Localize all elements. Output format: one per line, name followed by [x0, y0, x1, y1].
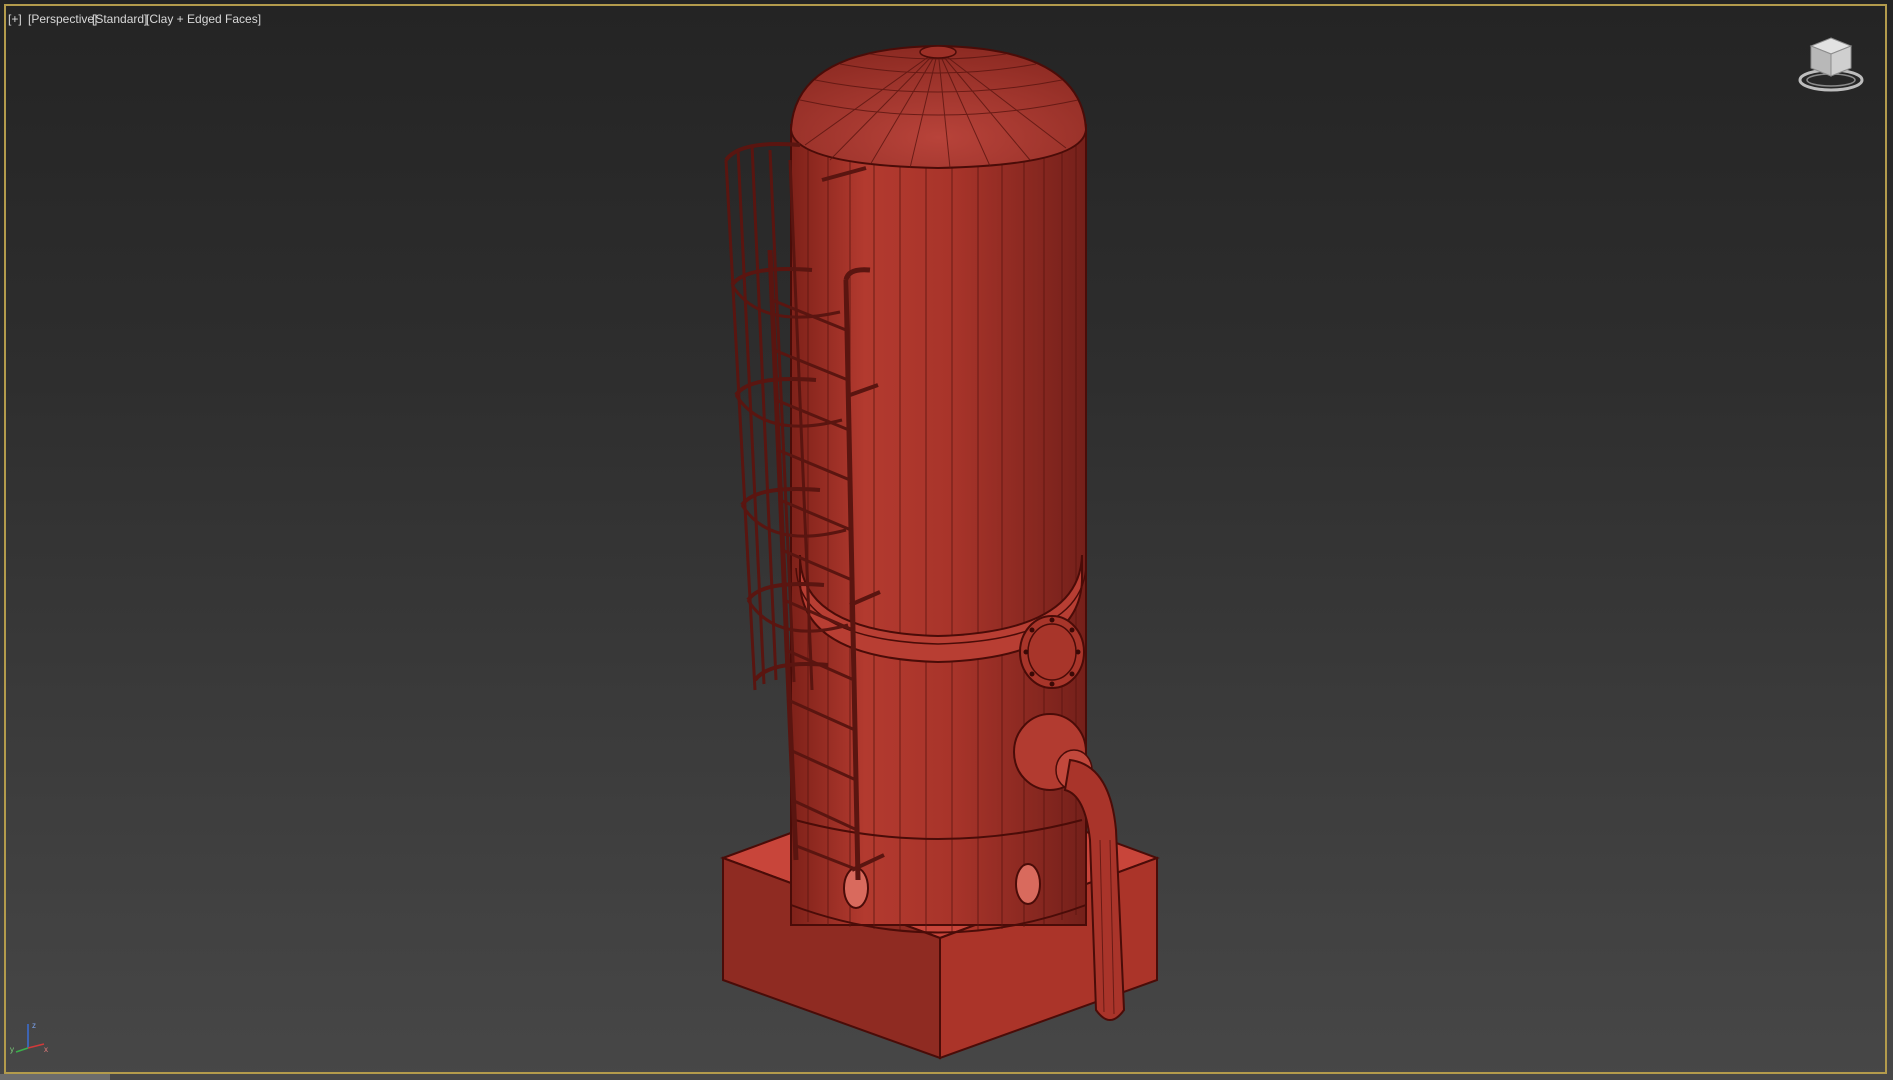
- viewport-scroll-indicator: [0, 1074, 110, 1080]
- vessel-body[interactable]: [790, 124, 1087, 934]
- perspective-viewport[interactable]: [+] [Perspective] [Standard] [Clay + Edg…: [0, 0, 1893, 1080]
- axis-tripod-icon: z x y: [10, 1021, 48, 1054]
- manway-flange[interactable]: [1019, 615, 1085, 689]
- axis-z-label: z: [32, 1021, 36, 1030]
- axis-x-label: x: [44, 1045, 48, 1054]
- axis-y-label: y: [10, 1045, 14, 1054]
- scene-vessel-model[interactable]: [0, 0, 1893, 1080]
- vessel-dome[interactable]: [789, 44, 1088, 170]
- viewcube-icon[interactable]: [1796, 32, 1866, 94]
